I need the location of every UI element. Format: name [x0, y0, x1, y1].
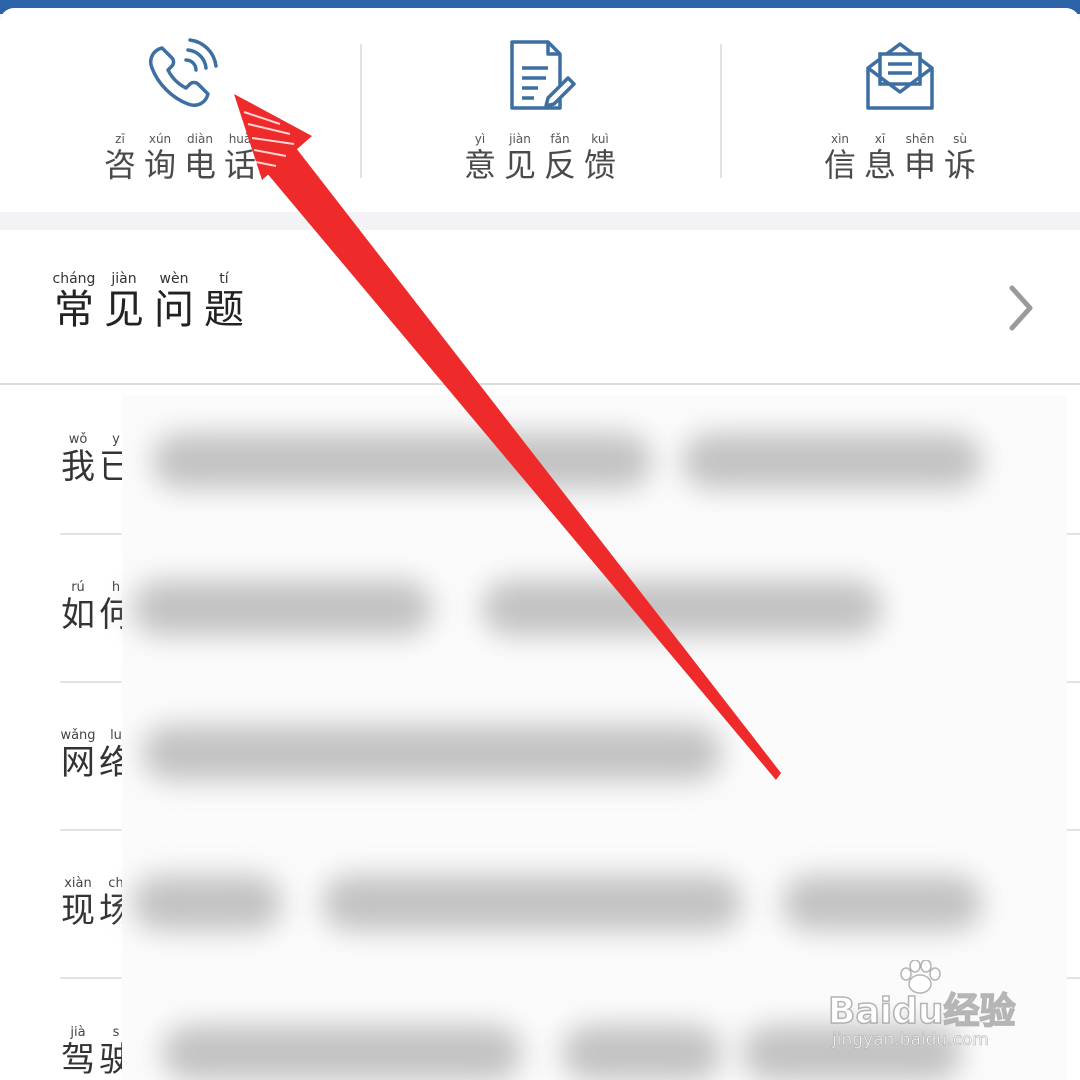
envelope-icon [866, 42, 934, 110]
watermark-logo: Baidu经验 [827, 990, 1016, 1033]
chevron-right-icon[interactable] [1006, 284, 1036, 332]
document-edit-icon [510, 40, 576, 110]
consult-phone-button[interactable]: zī 咨 xún 询 diàn 电 huà 话 [0, 8, 360, 212]
baidu-watermark: Baidu经验 jingyan.baidu.com [827, 960, 1028, 1060]
faq-header[interactable]: cháng 常 jiàn 见 wèn 问 tí 题 [0, 230, 1080, 385]
faq-title: cháng 常 jiàn 见 wèn 问 tí 题 [52, 270, 244, 333]
info-complaint-button[interactable]: xìn 信 xī 息 shēn 申 sù 诉 [720, 8, 1080, 212]
feedback-label: yì 意 jiàn 见 fǎn 反 kuì 馈 [463, 132, 616, 184]
watermark-url: jingyan.baidu.com [832, 1030, 989, 1051]
consult-phone-label: zī 咨 xún 询 diàn 电 huà 话 [103, 132, 256, 184]
info-complaint-label: xìn 信 xī 息 shēn 申 sù 诉 [823, 132, 976, 184]
feedback-button[interactable]: yì 意 jiàn 见 fǎn 反 kuì 馈 [360, 8, 720, 212]
phone-icon [149, 38, 218, 107]
service-card: zī 咨 xún 询 diàn 电 huà 话 yì 意 jiàn 见 fǎn 反 kuì 馈 [0, 8, 1080, 212]
